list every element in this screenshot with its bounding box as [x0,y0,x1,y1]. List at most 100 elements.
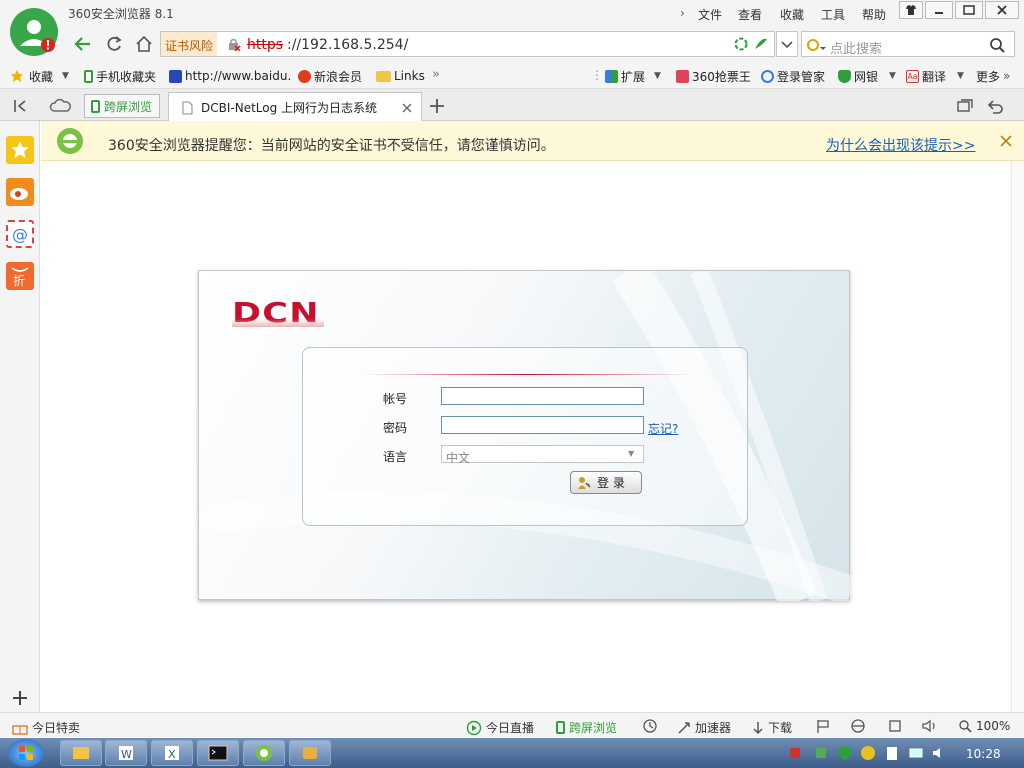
undo-close-button[interactable] [985,97,1005,115]
taskbar-word[interactable]: W [105,740,147,766]
chevron-down-icon[interactable]: ▼ [654,71,661,81]
forgot-password-link[interactable]: 忘记? [648,420,678,437]
collect-dropdown-icon[interactable]: ▼ [62,71,69,81]
minimize-button[interactable] [925,1,953,19]
svg-text:X: X [168,748,176,761]
weibo-side-button[interactable] [6,178,34,206]
favorite-item-sina[interactable]: 新浪会员 [298,68,362,84]
login-button[interactable]: 登 录 [570,471,642,494]
fullscreen-icon[interactable] [887,718,903,734]
svg-text:@: @ [12,225,28,244]
accelerator-button[interactable]: 加速器 [677,719,731,736]
language-select[interactable]: 中文 ▼ [441,445,644,465]
tray-clipboard-icon[interactable] [884,745,900,761]
tool-extension[interactable]: 扩展 ▼ [605,68,661,84]
address-dropdown[interactable] [776,31,798,57]
sidebar-toggle-button[interactable] [8,96,32,116]
vertical-scrollbar[interactable] [1011,161,1024,712]
speed-mode-icon[interactable] [753,37,769,51]
today-sale-button[interactable]: 今日特卖 [12,719,80,736]
user-avatar[interactable] [10,8,58,56]
mail-side-button[interactable]: @ [6,220,34,248]
menu-tools[interactable]: 工具 [821,6,845,23]
tray-360-shield-icon[interactable] [837,745,853,761]
favorite-item-baidu[interactable]: http://www.baidu. [169,68,291,84]
shirt-icon [906,5,916,15]
tool-bank[interactable]: 网银 ▼ [838,68,896,84]
warning-help-link[interactable]: 为什么会出现该提示>> [826,135,975,155]
tray-volume-icon[interactable] [931,745,947,761]
tool-translate[interactable]: Aa 翻译 ▼ [906,68,964,84]
add-side-button[interactable] [10,688,30,708]
speaker-icon[interactable] [921,718,939,734]
menu-file[interactable]: 文件 [698,6,722,23]
taskbar-clock[interactable]: 10:28 [966,747,1001,761]
taskbar-app[interactable] [289,740,331,766]
favorites-overflow-icon[interactable]: » [432,67,440,82]
url-scheme: https [247,37,284,53]
tray-network-status-icon[interactable] [908,745,924,761]
form-divider [363,374,693,375]
ie-mode-icon[interactable] [850,718,866,734]
flag-icon[interactable] [816,718,830,734]
chevron-down-icon[interactable]: ▼ [957,71,964,81]
close-window-button[interactable] [985,1,1019,19]
chevron-down-icon[interactable]: ▼ [889,71,896,81]
page-icon [182,101,193,114]
at-sign-icon: @ [12,225,28,244]
taskbar-explorer[interactable] [60,740,102,766]
menu-view[interactable]: 查看 [738,6,762,23]
menu-expand-icon[interactable]: › [680,6,685,20]
maximize-button[interactable] [955,1,983,19]
svg-text:折: 折 [13,273,25,288]
zoom-level: 100% [976,719,1011,733]
language-selected-value: 中文 [446,451,471,465]
back-button[interactable] [70,31,96,57]
password-input[interactable] [441,416,644,434]
today-live-button[interactable]: 今日直播 [466,719,534,736]
taskbar-excel[interactable]: X [151,740,193,766]
tray-app-icon[interactable] [814,746,828,760]
favorites-collect-button[interactable]: 收藏 ▼ [10,68,69,84]
zoom-control[interactable]: 100% [958,719,1010,733]
address-field[interactable]: 证书风险 https ://192.168.5.254/ [160,31,775,57]
taskbar-360browser[interactable] [243,740,285,766]
cloud-sync-button[interactable] [48,96,74,116]
tray-network-icon[interactable] [788,746,802,760]
download-button[interactable]: 下载 [752,719,792,736]
screen-browse-status-button[interactable]: 跨屏浏览 [556,719,617,736]
history-icon[interactable] [642,718,658,734]
tool-more[interactable]: 更多 » [976,68,1010,84]
search-icon[interactable] [988,36,1006,54]
close-warning-icon[interactable] [1000,135,1012,147]
side-toolbar: @ 折 [0,121,40,712]
search-engine-icon[interactable] [806,37,826,53]
user-avatar-icon [20,20,55,52]
search-field[interactable]: 点此搜索 [801,31,1015,57]
close-tab-icon[interactable] [402,103,412,113]
discount-side-button[interactable]: 折 [6,262,34,290]
tool-label: 翻译 [922,69,947,84]
favorites-side-button[interactable] [6,136,34,164]
tray-ime-icon[interactable] [860,745,876,761]
screen-browse-tab[interactable]: 跨屏浏览 [84,94,160,118]
start-button[interactable] [8,739,44,767]
menu-favorites[interactable]: 收藏 [780,6,804,23]
taskbar-cmd[interactable] [197,740,239,766]
tab-list-button[interactable] [955,97,975,115]
home-button[interactable] [131,31,157,57]
security-warning-bar: 360安全浏览器提醒您：当前网站的安全证书不受信任，请您谨慎访问。 为什么会出现… [41,121,1024,161]
toolbar-divider: ⋮ [591,68,603,82]
tool-login-manager[interactable]: 登录管家 [761,68,825,84]
new-tab-button[interactable] [427,96,447,116]
skin-button[interactable] [899,1,923,19]
favorite-item-phone[interactable]: 手机收藏夹 [84,68,156,84]
account-input[interactable] [441,387,644,405]
compat-mode-icon[interactable] [734,37,748,51]
cert-warning-badge[interactable]: 证书风险 [161,32,218,56]
favorite-item-links[interactable]: Links [376,68,425,84]
tab-dcbi-netlog[interactable]: DCBI-NetLog 上网行为日志系统 [168,92,422,122]
menu-help[interactable]: 帮助 [862,6,886,23]
tool-ticket[interactable]: 360抢票王 [676,68,751,84]
refresh-button[interactable] [101,31,127,57]
